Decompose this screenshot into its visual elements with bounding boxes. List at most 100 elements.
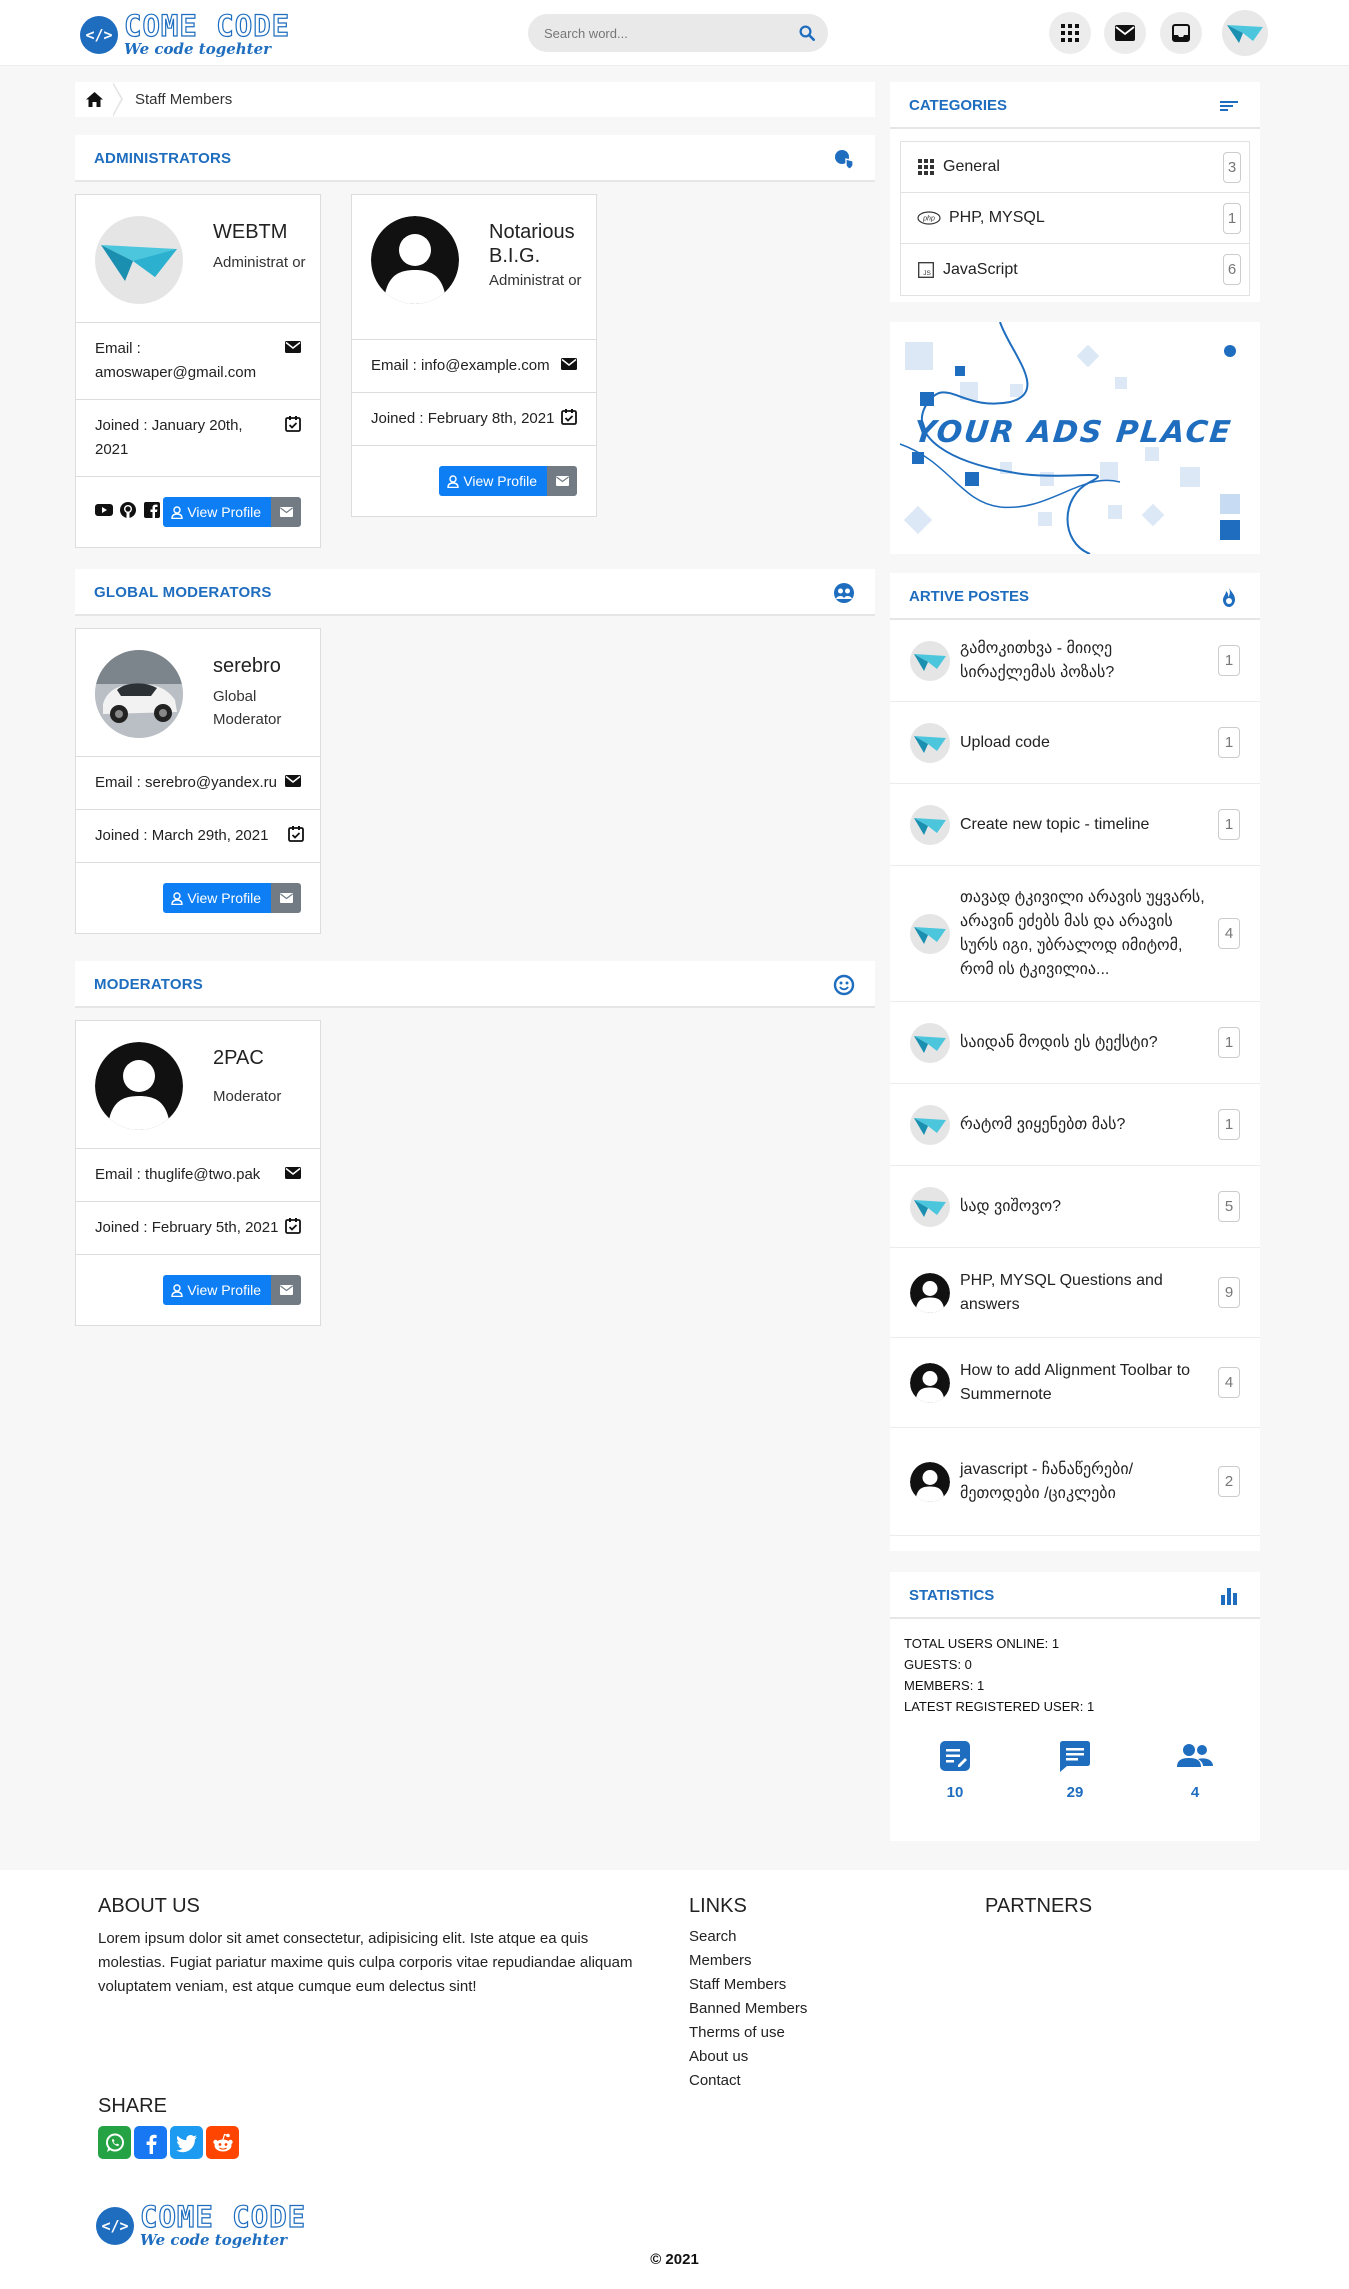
send-message-button[interactable] <box>271 883 301 913</box>
paper-plane-avatar-icon <box>914 1199 946 1217</box>
send-message-button[interactable] <box>547 466 577 496</box>
avatar[interactable] <box>95 216 183 304</box>
category-item[interactable]: php PHP, MYSQL 1 <box>901 193 1249 244</box>
post-count: 1 <box>1218 809 1240 840</box>
site-logo[interactable]: </> COME CODE We code togehter <box>80 9 291 58</box>
post-count: 2 <box>1218 1466 1240 1497</box>
inbox-button[interactable] <box>1160 12 1202 54</box>
staff-email: Email : thuglife@two.pak <box>95 1166 261 1183</box>
stats-line: GUESTS: 0 <box>904 1657 972 1672</box>
social-links <box>95 501 161 519</box>
apps-menu-button[interactable] <box>1049 12 1091 54</box>
staff-name[interactable]: Notarious B.I.G. <box>489 220 589 268</box>
post-item[interactable]: გამოკითხვა - მიიღე სირაქლემას პოზას? 1 <box>890 620 1260 702</box>
php-icon: php <box>917 209 941 227</box>
logo-title: COME CODE <box>123 9 291 43</box>
user-avatar[interactable] <box>1222 10 1268 56</box>
section-title: MODERATORS <box>94 976 203 993</box>
footer-link[interactable]: Search <box>689 1925 807 1949</box>
inbox-icon <box>1172 24 1190 42</box>
post-item[interactable]: საიდან მოდის ეს ტექსტი? 1 <box>890 1002 1260 1084</box>
avatar <box>910 1272 950 1313</box>
github-icon[interactable] <box>119 501 137 519</box>
footer-link[interactable]: About us <box>689 2045 807 2069</box>
calendar-check-icon <box>285 1218 301 1234</box>
footer-link[interactable]: Contact <box>689 2069 807 2093</box>
staff-name[interactable]: 2PAC <box>213 1046 313 1070</box>
stats-line: MEMBERS: 1 <box>904 1678 985 1693</box>
users-icon <box>1177 1744 1213 1767</box>
post-item[interactable]: რატომ ვიყენებთ მას? 1 <box>890 1084 1260 1166</box>
category-name: General <box>943 158 1000 175</box>
paper-plane-avatar-icon <box>101 245 177 281</box>
post-count: 1 <box>1218 645 1240 676</box>
post-title: Upload code <box>960 733 1050 751</box>
footer-links: Search Members Staff Members Banned Members… <box>689 1925 807 2093</box>
twitter-icon[interactable] <box>170 2126 203 2159</box>
post-item[interactable]: თავად ტკივილი არავის უყვარს, არავინ ეძებ… <box>890 866 1260 1002</box>
users-cog-icon <box>834 583 854 603</box>
breadcrumb-home[interactable] <box>75 82 113 117</box>
post-item[interactable]: How to add Alignment Toolbar to Summerno… <box>890 1338 1260 1428</box>
staff-role: Administrat or <box>213 254 306 271</box>
logo-subtitle: We code togehter <box>124 40 272 58</box>
avatar[interactable] <box>371 216 459 304</box>
footer-link[interactable]: Banned Members <box>689 1997 807 2021</box>
post-title: How to add Alignment Toolbar to Summerno… <box>960 1361 1191 1403</box>
send-message-button[interactable] <box>271 497 301 527</box>
messages-button[interactable] <box>1104 12 1146 54</box>
avatar[interactable] <box>95 1042 183 1130</box>
staff-joined: Joined : February 5th, 2021 <box>95 1219 279 1236</box>
whatsapp-icon[interactable] <box>98 2126 131 2159</box>
staff-joined: Joined : February 8th, 2021 <box>371 410 555 427</box>
default-user-icon <box>371 216 459 304</box>
envelope-icon <box>555 476 569 486</box>
send-message-button[interactable] <box>271 1275 301 1305</box>
section-title: ADMINISTRATORS <box>94 150 232 167</box>
logo-title: COME CODE <box>139 2200 307 2234</box>
category-item[interactable]: General 3 <box>901 142 1249 193</box>
search-input[interactable] <box>544 14 784 52</box>
paper-plane-avatar-icon <box>914 817 946 835</box>
code-icon: </> <box>96 2206 134 2245</box>
stats-line: LATEST REGISTERED USER: 1 <box>904 1699 1095 1714</box>
category-item[interactable]: JS JavaScript 6 <box>901 244 1249 295</box>
staff-name[interactable]: WEBTM <box>213 220 313 244</box>
footer-link[interactable]: Members <box>689 1949 807 1973</box>
footer-link[interactable]: Staff Members <box>689 1973 807 1997</box>
view-profile-button[interactable]: View Profile <box>163 497 271 527</box>
facebook-icon[interactable] <box>143 501 161 519</box>
paper-plane-avatar-icon <box>914 653 946 671</box>
post-item[interactable]: სად ვიშოვო? 5 <box>890 1166 1260 1248</box>
calendar-check-icon <box>285 416 301 432</box>
search-icon[interactable] <box>798 24 816 42</box>
post-item[interactable]: javascript - ჩანაწერები/მეთოდები /ციკლებ… <box>890 1428 1260 1536</box>
stats-line: TOTAL USERS ONLINE: 1 <box>904 1636 1060 1651</box>
youtube-icon[interactable] <box>95 501 113 519</box>
post-item[interactable]: PHP, MYSQL Questions and answers 9 <box>890 1248 1260 1338</box>
view-profile-button[interactable]: View Profile <box>163 883 271 913</box>
post-count: 5 <box>1218 1191 1240 1222</box>
view-profile-button[interactable]: View Profile <box>439 466 547 496</box>
footer-links-title: LINKS <box>689 1895 747 1917</box>
reddit-icon[interactable] <box>206 2126 239 2159</box>
administrators-header: ADMINISTRATORS <box>75 135 875 182</box>
staff-name[interactable]: serebro <box>213 654 313 678</box>
ads-banner[interactable]: YOUR ADS PLACE <box>890 322 1260 554</box>
paper-plane-avatar-icon <box>914 926 946 944</box>
user-shield-icon <box>835 150 854 170</box>
footer-link[interactable]: Therms of use <box>689 2021 807 2045</box>
avatar[interactable] <box>95 650 183 738</box>
envelope-icon <box>285 341 301 353</box>
post-item[interactable]: Upload code 1 <box>890 702 1260 784</box>
default-user-icon <box>910 1272 950 1313</box>
post-item[interactable]: Create new topic - timeline 1 <box>890 784 1260 866</box>
breadcrumb-separator <box>112 82 125 117</box>
footer-logo[interactable]: </> COME CODE We code togehter <box>96 2200 307 2248</box>
sort-lines-icon[interactable] <box>1218 95 1240 117</box>
post-count: 9 <box>1218 1277 1240 1308</box>
stat-value: 4 <box>1190 1784 1200 1801</box>
view-profile-button[interactable]: View Profile <box>163 1275 271 1305</box>
facebook-icon[interactable] <box>134 2126 167 2159</box>
top-navbar: </> COME CODE We code togehter <box>0 0 1349 66</box>
